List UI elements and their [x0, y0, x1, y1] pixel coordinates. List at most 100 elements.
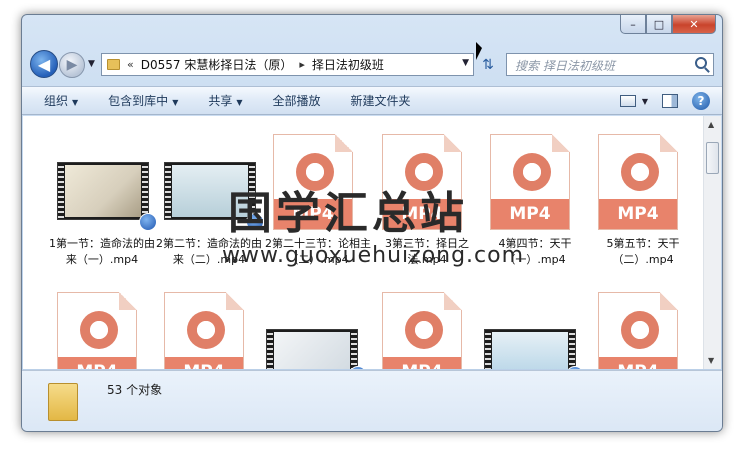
file-name: 5第五节：天干（二）.mp4 [606, 237, 680, 266]
forward-button[interactable]: ▶ [59, 52, 85, 78]
folder-icon [48, 383, 78, 421]
film-strip [142, 163, 148, 219]
list-item[interactable] [482, 286, 588, 369]
search-icon[interactable] [695, 57, 707, 69]
film-strip [267, 330, 273, 369]
list-item[interactable]: MP4 4第四节：天干（一）.mp4 [482, 116, 588, 286]
film-reel-icon [187, 311, 225, 349]
mp4-badge: MP4 [599, 357, 677, 369]
caret-down-icon: ▼ [172, 98, 179, 107]
play-all-button[interactable]: 全部播放 [273, 92, 321, 109]
film-reel-icon [405, 311, 443, 349]
include-in-library-menu[interactable]: 包含到库中 ▼ [108, 92, 178, 109]
mp4-file-icon: MP4 [598, 292, 678, 369]
search-placeholder: 搜索 择日法初级班 [515, 59, 615, 73]
list-item[interactable]: MP4 3第三节：择日之法.mp4 [374, 116, 480, 286]
scrollbar-thumb[interactable] [706, 142, 719, 174]
caret-down-icon: ▼ [236, 98, 243, 107]
mp4-file-icon: MP4 [382, 292, 462, 369]
mp4-badge: MP4 [599, 199, 677, 229]
mp4-badge: MP4 [491, 199, 569, 229]
film-reel-icon [513, 153, 551, 191]
film-strip [485, 330, 491, 369]
preview-pane-icon[interactable] [662, 94, 678, 108]
back-button[interactable]: ◀ [30, 50, 58, 78]
list-item[interactable]: MP4 5第五节：天干（二）.mp4 [590, 116, 696, 286]
film-reel-icon [296, 153, 334, 191]
view-controls: ▼ ? [619, 92, 710, 110]
new-folder-button[interactable]: 新建文件夹 [351, 92, 411, 109]
scroll-up-icon[interactable]: ▲ [708, 120, 714, 129]
qq-player-icon [139, 213, 157, 231]
list-item[interactable]: MP4 [590, 286, 696, 369]
film-reel-icon [80, 311, 118, 349]
list-item[interactable] [265, 286, 371, 369]
mp4-file-icon: MP4 [273, 134, 353, 230]
mp4-file-icon: MP4 [57, 292, 137, 369]
caption-buttons: – □ ✕ [620, 15, 716, 34]
thumbnail-image [274, 332, 350, 369]
mp4-file-icon: MP4 [164, 292, 244, 369]
file-name: 2第二十三节：论相主（二）.mp4 [265, 237, 371, 266]
mp4-badge: MP4 [383, 199, 461, 229]
caret-down-icon[interactable]: ▼ [642, 97, 648, 106]
mouse-cursor-icon [476, 42, 482, 60]
organize-menu[interactable]: 组织 ▼ [44, 92, 78, 109]
change-view-icon[interactable] [619, 95, 636, 107]
caret-down-icon: ▼ [72, 98, 79, 107]
mp4-badge: MP4 [383, 357, 461, 369]
search-input[interactable]: 搜索 择日法初级班 [506, 53, 714, 76]
address-bar[interactable]: « D0557 宋慧彬择日法（原） ▸ 择日法初级班 ▼ [101, 53, 474, 76]
list-item[interactable]: MP4 2第二十三节：论相主（二）.mp4 [265, 116, 371, 286]
arrow-left-icon: ◀ [37, 54, 51, 74]
film-reel-icon [621, 153, 659, 191]
film-reel-icon [405, 153, 443, 191]
film-strip [569, 330, 575, 369]
address-dropdown-icon[interactable]: ▼ [462, 58, 469, 68]
organize-label: 组织 [44, 94, 69, 108]
list-item[interactable]: MP4 [49, 286, 155, 369]
minimize-button[interactable]: – [620, 15, 646, 34]
list-item[interactable]: MP4 [374, 286, 480, 369]
mp4-file-icon: MP4 [490, 134, 570, 230]
video-thumbnail [266, 329, 358, 369]
thumbnail-image [172, 165, 248, 217]
chevron-right-icon[interactable]: ▸ [299, 58, 305, 71]
file-name: 4第四节：天干（一）.mp4 [498, 237, 572, 266]
include-label: 包含到库中 [108, 94, 169, 108]
mp4-file-icon: MP4 [598, 134, 678, 230]
mp4-file-icon: MP4 [382, 134, 462, 230]
list-item[interactable]: MP4 [156, 286, 262, 369]
mp4-badge: MP4 [58, 357, 136, 369]
film-strip [249, 163, 255, 219]
vertical-scrollbar[interactable]: ▲ ▼ [703, 116, 721, 369]
video-thumbnail [57, 162, 149, 220]
list-item[interactable]: 1第一节：造命法的由来（一）.mp4 [49, 116, 157, 286]
folder-icon [107, 59, 120, 70]
refresh-icon: ⇅ [482, 56, 494, 73]
chevron-double-left-icon[interactable]: « [127, 58, 134, 71]
qq-player-icon [246, 213, 264, 231]
list-item[interactable]: 2第二节：造命法的由来（二）.mp4 [156, 116, 264, 286]
close-button[interactable]: ✕ [672, 15, 716, 34]
breadcrumb-segment[interactable]: D0557 宋慧彬择日法（原） [141, 56, 293, 73]
video-thumbnail [484, 329, 576, 369]
breadcrumb-segment[interactable]: 择日法初级班 [312, 56, 384, 73]
arrow-right-icon: ▶ [66, 57, 78, 73]
details-pane: 53 个对象 [22, 370, 722, 431]
mp4-badge: MP4 [274, 199, 352, 229]
explorer-window: – □ ✕ ◀ ▶ ▼ « D0557 宋慧彬择日法（原） ▸ 择日法初级班 ▼… [21, 14, 723, 432]
help-icon[interactable]: ? [692, 92, 710, 110]
recent-pages-dropdown[interactable]: ▼ [88, 59, 95, 69]
scroll-down-icon[interactable]: ▼ [708, 356, 714, 365]
thumbnail-image [492, 332, 568, 369]
item-count: 53 个对象 [107, 383, 163, 397]
thumbnail-image [65, 165, 141, 217]
film-strip [351, 330, 357, 369]
share-label: 共享 [208, 94, 233, 108]
maximize-button[interactable]: □ [646, 15, 672, 34]
share-menu[interactable]: 共享 ▼ [208, 92, 242, 109]
file-list: 1第一节：造命法的由来（一）.mp4 2第二节：造命法的由来（二）.mp4 MP… [23, 116, 703, 369]
file-name: 1第一节：造命法的由来（一）.mp4 [49, 237, 155, 266]
mp4-badge: MP4 [165, 357, 243, 369]
